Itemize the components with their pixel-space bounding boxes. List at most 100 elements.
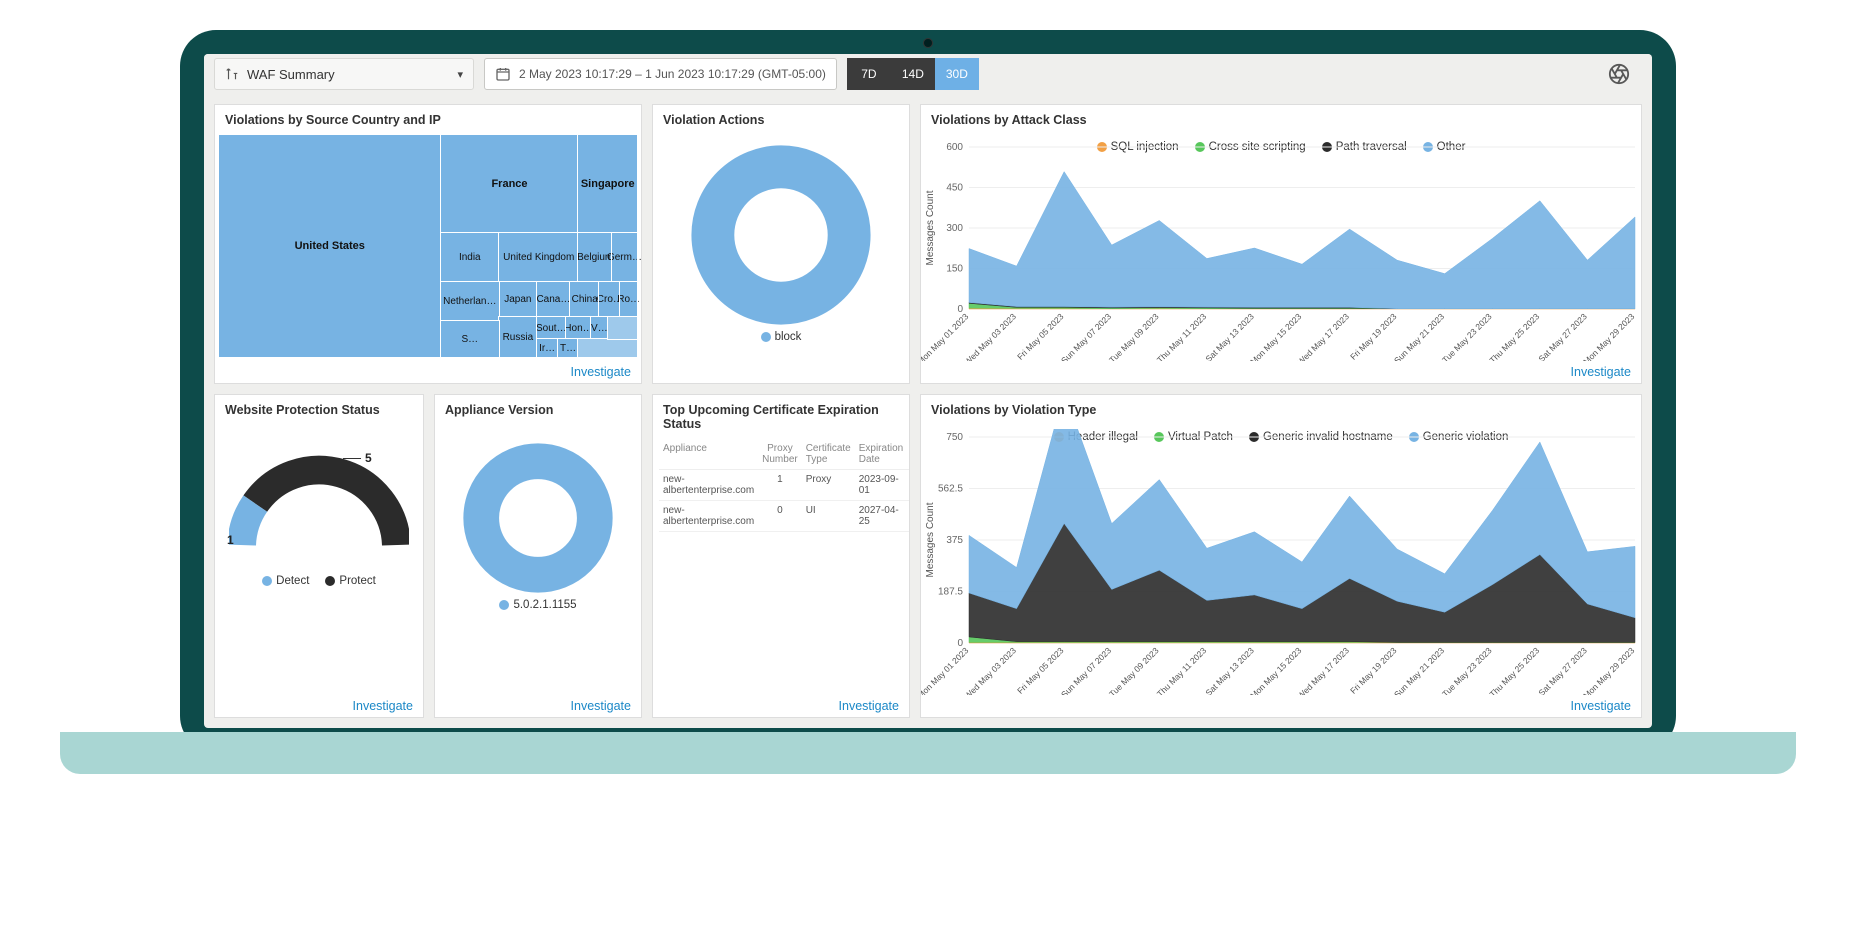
dashboard-grid: Violations by Source Country and IP Unit…	[204, 94, 1652, 728]
table-header[interactable]: Appliance	[659, 439, 758, 470]
treemap-cell[interactable]: Netherlan…	[441, 282, 500, 322]
treemap-cell[interactable]	[578, 339, 637, 357]
svg-text:Tue May 09 2023: Tue May 09 2023	[1107, 645, 1161, 695]
range-button-group: 7D 14D 30D	[847, 58, 979, 90]
treemap-cell[interactable]: Ro…	[620, 282, 637, 318]
table-row[interactable]: new-albertenterprise.com0UI2027-04-25Ale…	[659, 501, 909, 532]
svg-text:Fri May 05 2023: Fri May 05 2023	[1015, 645, 1066, 695]
area-chart[interactable]: 0187.5375562.5750Messages CountMon May 0…	[921, 429, 1641, 695]
svg-text:Sat May 13 2023: Sat May 13 2023	[1203, 645, 1256, 695]
donut-chart-actions[interactable]	[691, 145, 871, 325]
filter-icon	[225, 67, 239, 81]
range-30d-button[interactable]: 30D	[935, 58, 979, 90]
date-range-label: 2 May 2023 10:17:29 – 1 Jun 2023 10:17:2…	[519, 67, 826, 81]
treemap-chart[interactable]: United States France Singapore India Uni…	[219, 135, 637, 357]
card-protection-status: Website Protection Status 1 5 Detect	[214, 394, 424, 718]
svg-text:Mon May 15 2023: Mon May 15 2023	[1248, 311, 1303, 361]
treemap-cell[interactable]: India	[441, 233, 500, 282]
svg-text:Thu May 11 2023: Thu May 11 2023	[1155, 311, 1209, 361]
investigate-link[interactable]: Investigate	[571, 699, 631, 713]
investigate-link[interactable]: Investigate	[1571, 699, 1631, 713]
svg-text:Sun May 07 2023: Sun May 07 2023	[1059, 311, 1113, 361]
svg-text:187.5: 187.5	[938, 587, 963, 598]
date-range-picker[interactable]: 2 May 2023 10:17:29 – 1 Jun 2023 10:17:2…	[484, 58, 837, 90]
table-header[interactable]: SSL Issuer	[907, 439, 909, 470]
treemap-cell[interactable]: Ir…	[537, 339, 558, 357]
svg-text:Fri May 05 2023: Fri May 05 2023	[1015, 311, 1066, 361]
card-title: Appliance Version	[435, 395, 641, 425]
legend-item: 5.0.2.1.1155	[499, 599, 576, 611]
gauge-detect-value: 1	[227, 533, 234, 547]
donut-chart-version[interactable]	[463, 443, 613, 593]
svg-text:375: 375	[946, 535, 963, 546]
card-title: Website Protection Status	[215, 395, 423, 425]
treemap-cell[interactable]: Germ…	[612, 233, 637, 282]
legend-item: block	[761, 331, 802, 343]
laptop-base	[60, 732, 1796, 774]
card-source-country: Violations by Source Country and IP Unit…	[214, 104, 642, 384]
card-title: Top Upcoming Certificate Expiration Stat…	[653, 395, 909, 439]
svg-text:Fri May 19 2023: Fri May 19 2023	[1348, 645, 1399, 695]
svg-text:Wed May 17 2023: Wed May 17 2023	[1295, 645, 1351, 695]
legend-item: Detect	[262, 575, 309, 587]
gauge-chart[interactable]	[229, 449, 409, 569]
table-header[interactable]: Proxy Number	[758, 439, 802, 470]
investigate-link[interactable]: Investigate	[571, 365, 631, 379]
card-title: Violations by Violation Type	[921, 395, 1641, 425]
treemap-cell[interactable]: Sout…	[537, 317, 566, 339]
treemap-cell[interactable]: United Kingdom	[499, 233, 578, 282]
svg-text:Fri May 19 2023: Fri May 19 2023	[1348, 311, 1399, 361]
svg-text:Sat May 13 2023: Sat May 13 2023	[1203, 311, 1256, 361]
camera-dot	[923, 38, 933, 48]
svg-text:600: 600	[946, 142, 963, 153]
investigate-link[interactable]: Investigate	[1571, 365, 1631, 379]
legend-item: Protect	[325, 575, 375, 587]
treemap-cell[interactable]: Russia	[499, 317, 537, 357]
treemap-cell[interactable]: V…	[591, 317, 608, 339]
investigate-link[interactable]: Investigate	[839, 699, 899, 713]
card-title: Violations by Attack Class	[921, 105, 1641, 135]
cert-expiration-table: Appliance Proxy Number Certificate Type …	[659, 439, 909, 532]
table-row[interactable]: new-albertenterprise.com1Proxy2023-09-01…	[659, 470, 909, 501]
svg-text:Sun May 21 2023: Sun May 21 2023	[1392, 311, 1446, 361]
svg-text:Messages Count: Messages Count	[925, 190, 936, 265]
range-7d-button[interactable]: 7D	[847, 58, 891, 90]
calendar-icon	[495, 66, 511, 82]
card-title: Violation Actions	[653, 105, 909, 135]
treemap-cell[interactable]: T…	[558, 339, 579, 357]
svg-text:Mon May 29 2023: Mon May 29 2023	[1581, 645, 1636, 695]
svg-text:Mon May 29 2023: Mon May 29 2023	[1581, 311, 1636, 361]
chevron-down-icon: ▾	[457, 68, 463, 81]
svg-text:150: 150	[946, 264, 963, 275]
svg-text:750: 750	[946, 432, 963, 443]
svg-text:Mon May 15 2023: Mon May 15 2023	[1248, 645, 1303, 695]
card-title: Violations by Source Country and IP	[215, 105, 641, 135]
aperture-icon[interactable]	[1608, 63, 1630, 85]
treemap-cell[interactable]: Japan	[499, 282, 537, 318]
treemap-cell[interactable]: Singapore	[578, 135, 637, 233]
card-violation-type: Violations by Violation Type 0187.537556…	[920, 394, 1642, 718]
app-screen: WAF Summary ▾ 2 May 2023 10:17:29 – 1 Ju…	[204, 54, 1652, 728]
treemap-cell[interactable]: China	[570, 282, 599, 318]
card-violation-actions: Violation Actions block	[652, 104, 910, 384]
table-header[interactable]: Expiration Date	[855, 439, 907, 470]
treemap-cell[interactable]: United States	[219, 135, 441, 357]
investigate-link[interactable]: Investigate	[353, 699, 413, 713]
area-chart[interactable]: 0150300450600Messages CountMon May 01 20…	[921, 139, 1641, 361]
dashboard-selector[interactable]: WAF Summary ▾	[214, 58, 474, 90]
treemap-cell[interactable]: S…	[441, 321, 500, 357]
top-toolbar: WAF Summary ▾ 2 May 2023 10:17:29 – 1 Ju…	[204, 54, 1652, 94]
svg-text:Mon May 01 2023: Mon May 01 2023	[921, 645, 971, 695]
svg-text:Thu May 11 2023: Thu May 11 2023	[1155, 645, 1209, 695]
svg-text:Tue May 09 2023: Tue May 09 2023	[1107, 311, 1161, 361]
card-appliance-version: Appliance Version 5.0.2.1.1155 Investiga…	[434, 394, 642, 718]
table-header[interactable]: Certificate Type	[802, 439, 855, 470]
svg-text:Sat May 27 2023: Sat May 27 2023	[1536, 311, 1589, 361]
treemap-cell[interactable]: Hon…	[566, 317, 591, 339]
treemap-cell[interactable]: Cana…	[537, 282, 570, 318]
treemap-cell[interactable]: France	[441, 135, 579, 233]
svg-text:Tue May 23 2023: Tue May 23 2023	[1440, 645, 1494, 695]
treemap-cell[interactable]	[608, 317, 637, 339]
svg-text:Messages Count: Messages Count	[925, 502, 936, 577]
range-14d-button[interactable]: 14D	[891, 58, 935, 90]
